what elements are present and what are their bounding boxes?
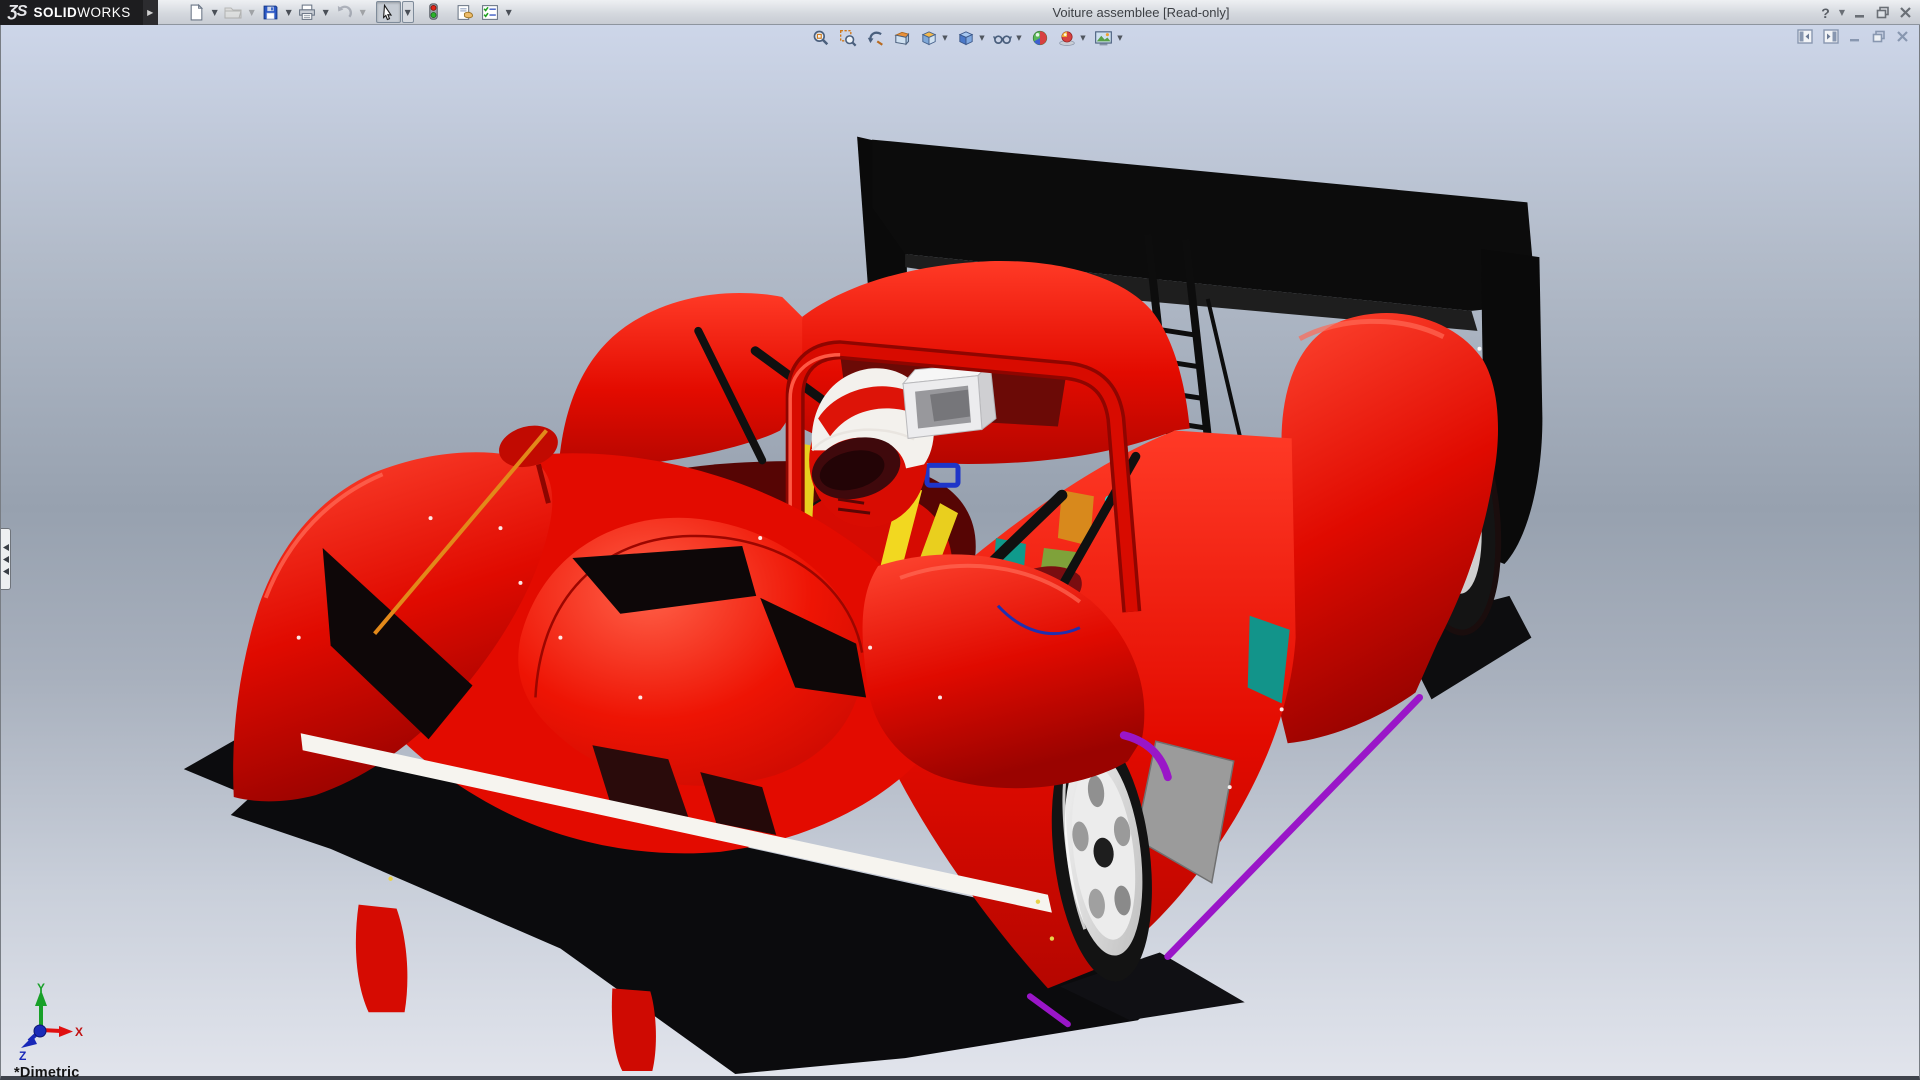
print-dropdown[interactable]: ▼ <box>320 1 332 23</box>
section-view-button[interactable] <box>890 28 913 48</box>
select-dropdown[interactable]: ▼ <box>402 1 414 23</box>
view-settings-dropdown[interactable]: ▼ <box>1115 28 1125 48</box>
apply-scene-dropdown[interactable]: ▼ <box>1078 28 1088 48</box>
feature-manager-collapsed-tab[interactable] <box>1 528 11 590</box>
rebuild-button[interactable] <box>421 1 446 23</box>
solidworks-window: ƷS SOLIDWORKS ▶ ▼ ▼ <box>0 0 1920 1080</box>
zoom-to-area-icon <box>839 29 857 47</box>
collapse-panel-right-button[interactable] <box>1823 29 1839 44</box>
edit-appearance-button[interactable] <box>1028 28 1051 48</box>
orientation-triad: Y X Z <box>7 982 93 1060</box>
section-view-icon <box>893 29 911 47</box>
display-style-button[interactable] <box>954 28 977 48</box>
chevron-left-icon <box>3 568 9 575</box>
close-document-button[interactable] <box>1896 30 1909 43</box>
document-title: Voiture assemblee [Read-only] <box>1052 0 1229 25</box>
save-dropdown[interactable]: ▼ <box>283 1 295 23</box>
view-settings-icon <box>1094 29 1113 47</box>
display-style-dropdown[interactable]: ▼ <box>977 28 987 48</box>
apply-scene-button[interactable] <box>1055 28 1078 48</box>
options-button[interactable] <box>478 1 503 23</box>
race-car-assembly-model[interactable] <box>1 25 1919 1076</box>
eyeglasses-icon <box>993 29 1012 47</box>
minimize-button[interactable] <box>1854 6 1867 19</box>
help-button[interactable]: ? <box>1821 5 1830 21</box>
print-button[interactable] <box>295 1 320 23</box>
print-icon <box>298 4 316 21</box>
triad-z-label: Z <box>19 1049 26 1060</box>
window-controls: ? ▼ <box>1821 0 1912 25</box>
main-toolbar: ▼ ▼ ▼ <box>184 0 515 25</box>
undo-icon <box>335 4 353 21</box>
apply-scene-icon <box>1058 29 1076 47</box>
new-document-dropdown[interactable]: ▼ <box>209 1 221 23</box>
save-button[interactable] <box>258 1 283 23</box>
open-dropdown: ▼ <box>246 1 258 23</box>
previous-view-icon <box>866 29 884 47</box>
hide-show-items-button[interactable] <box>991 28 1014 48</box>
brand-name: SOLIDWORKS <box>33 5 130 20</box>
collapse-panel-left-button[interactable] <box>1797 29 1813 44</box>
open-folder-icon <box>224 4 242 20</box>
display-style-icon <box>957 29 975 47</box>
select-cursor-icon <box>380 4 396 21</box>
document-window-controls <box>1797 29 1909 44</box>
file-properties-button[interactable] <box>453 1 478 23</box>
menu-expand-arrow-icon[interactable]: ▶ <box>143 0 158 25</box>
new-document-button[interactable] <box>184 1 209 23</box>
select-button[interactable] <box>376 1 401 23</box>
file-properties-icon <box>456 4 475 21</box>
restore-document-button[interactable] <box>1872 30 1886 43</box>
zoom-to-area-button[interactable] <box>836 28 859 48</box>
view-orientation-button[interactable] <box>917 28 940 48</box>
triad-y-label: Y <box>37 982 45 995</box>
view-settings-button[interactable] <box>1092 28 1115 48</box>
left-rear-cowl[interactable] <box>558 293 804 470</box>
graphics-viewport[interactable]: ▼ ▼ ▼ <box>0 25 1920 1080</box>
appearance-sphere-icon <box>1031 29 1049 47</box>
options-dropdown[interactable]: ▼ <box>503 1 515 23</box>
chevron-left-icon <box>3 544 9 551</box>
undo-button <box>332 1 357 23</box>
save-floppy-icon <box>262 4 279 21</box>
view-orientation-cube-icon <box>920 29 938 47</box>
solidworks-logo[interactable]: ƷS SOLIDWORKS <box>0 0 143 25</box>
open-button <box>221 1 246 23</box>
minimize-document-button[interactable] <box>1849 30 1862 43</box>
rebuild-traffic-light-icon <box>426 3 441 21</box>
help-dropdown[interactable]: ▼ <box>1839 8 1845 17</box>
view-orientation-label: *Dimetric <box>14 1065 79 1080</box>
brand-mark-icon: ƷS <box>8 3 26 21</box>
close-button[interactable] <box>1899 6 1912 19</box>
triad-x-label: X <box>75 1025 83 1039</box>
new-document-icon <box>188 4 205 21</box>
options-checklist-icon <box>481 4 499 21</box>
restore-button[interactable] <box>1876 6 1890 19</box>
chevron-left-icon <box>3 556 9 563</box>
zoom-to-fit-button[interactable] <box>809 28 832 48</box>
undo-dropdown: ▼ <box>357 1 369 23</box>
previous-view-button[interactable] <box>863 28 886 48</box>
mirror-housing[interactable] <box>903 363 996 439</box>
view-orientation-dropdown[interactable]: ▼ <box>940 28 950 48</box>
zoom-to-fit-icon <box>812 29 830 47</box>
hide-show-items-dropdown[interactable]: ▼ <box>1014 28 1024 48</box>
titlebar: ƷS SOLIDWORKS ▶ ▼ ▼ <box>0 0 1920 25</box>
heads-up-view-toolbar: ▼ ▼ ▼ <box>809 28 1125 48</box>
